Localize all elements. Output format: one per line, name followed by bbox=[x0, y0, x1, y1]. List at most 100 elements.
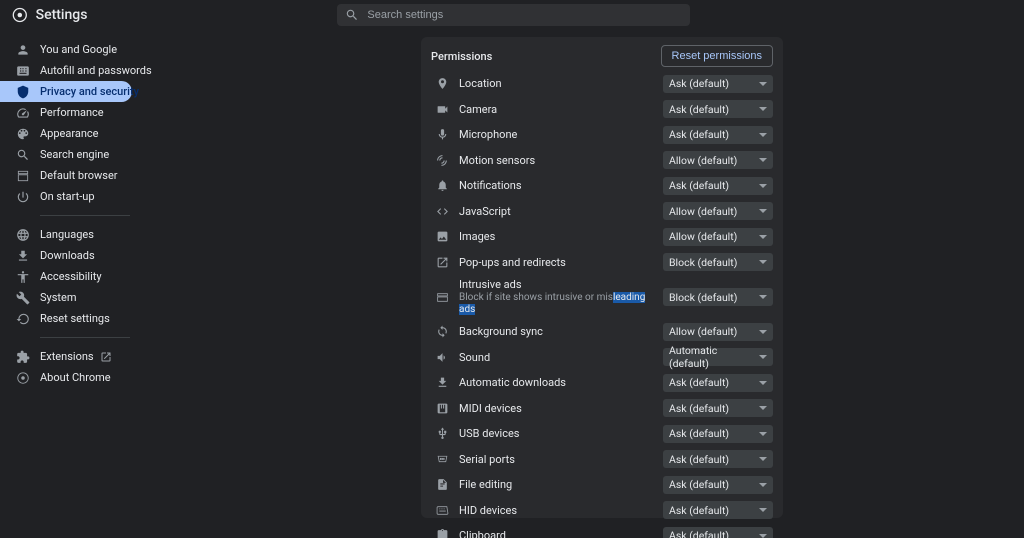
permission-icon bbox=[431, 154, 453, 167]
permission-select[interactable]: Block (default) bbox=[663, 253, 773, 271]
permission-row: HID devices Ask (default) bbox=[421, 498, 783, 524]
permission-icon bbox=[431, 230, 453, 243]
permission-value: Allow (default) bbox=[669, 154, 737, 167]
permission-icon bbox=[431, 256, 453, 269]
permission-label: Microphone bbox=[459, 128, 663, 141]
permission-select[interactable]: Allow (default) bbox=[663, 202, 773, 220]
permission-label: File editing bbox=[459, 478, 663, 491]
chevron-down-icon bbox=[759, 107, 767, 111]
accessibility-icon bbox=[16, 270, 30, 284]
search-wrap bbox=[337, 4, 690, 26]
sidebar-item-startup[interactable]: On start-up bbox=[0, 186, 180, 207]
sidebar-item-privacy[interactable]: Privacy and security bbox=[0, 81, 132, 102]
permission-row: Background sync Allow (default) bbox=[421, 319, 783, 345]
sidebar-item-label: Privacy and security bbox=[40, 85, 139, 98]
permission-select[interactable]: Ask (default) bbox=[663, 501, 773, 519]
permission-select[interactable]: Ask (default) bbox=[663, 450, 773, 468]
permission-row: Motion sensors Allow (default) bbox=[421, 148, 783, 174]
permission-row: Pop-ups and redirects Block (default) bbox=[421, 250, 783, 276]
permission-label: JavaScript bbox=[459, 205, 663, 218]
sidebar-item-reset[interactable]: Reset settings bbox=[0, 308, 180, 329]
permission-select[interactable]: Ask (default) bbox=[663, 425, 773, 443]
permission-label: Camera bbox=[459, 103, 663, 116]
sidebar-item-label: Search engine bbox=[40, 148, 109, 161]
permission-value: Ask (default) bbox=[669, 402, 729, 415]
permission-label: Motion sensors bbox=[459, 154, 663, 167]
chrome-logo-icon bbox=[12, 7, 28, 23]
chevron-down-icon bbox=[759, 158, 767, 162]
permission-value: Ask (default) bbox=[669, 179, 729, 192]
autofill-icon bbox=[16, 64, 30, 78]
permission-row: File editing Ask (default) bbox=[421, 472, 783, 498]
sidebar-item-you-and-google[interactable]: You and Google bbox=[0, 39, 180, 60]
permission-select[interactable]: Ask (default) bbox=[663, 177, 773, 195]
permission-select[interactable]: Ask (default) bbox=[663, 126, 773, 144]
permission-label: Pop-ups and redirects bbox=[459, 256, 663, 269]
permission-select[interactable]: Allow (default) bbox=[663, 323, 773, 341]
sidebar-item-label: Accessibility bbox=[40, 270, 102, 283]
sidebar-item-label: Autofill and passwords bbox=[40, 64, 152, 77]
sidebar-item-languages[interactable]: Languages bbox=[0, 224, 180, 245]
sidebar-item-label: Appearance bbox=[40, 127, 99, 140]
permission-select[interactable]: Block (default) bbox=[663, 288, 773, 306]
chevron-down-icon bbox=[759, 406, 767, 410]
permission-value: Ask (default) bbox=[669, 427, 729, 440]
permission-icon bbox=[431, 427, 453, 440]
sidebar-item-default-browser[interactable]: Default browser bbox=[0, 165, 180, 186]
permission-row: Notifications Ask (default) bbox=[421, 173, 783, 199]
reset-permissions-button[interactable]: Reset permissions bbox=[661, 45, 773, 67]
app-header: Settings bbox=[0, 0, 1024, 29]
permission-select[interactable]: Ask (default) bbox=[663, 527, 773, 538]
permission-row: Intrusive ads Block if site shows intrus… bbox=[421, 275, 783, 319]
permission-value: Allow (default) bbox=[669, 205, 737, 218]
permission-icon bbox=[431, 128, 453, 141]
restore-icon bbox=[16, 312, 30, 326]
permission-row: Images Allow (default) bbox=[421, 224, 783, 250]
open-in-new-icon bbox=[100, 351, 112, 363]
chevron-down-icon bbox=[759, 355, 767, 359]
sidebar-item-performance[interactable]: Performance bbox=[0, 102, 180, 123]
sidebar-item-label: Reset settings bbox=[40, 312, 110, 325]
permission-label: MIDI devices bbox=[459, 402, 663, 415]
chevron-down-icon bbox=[759, 82, 767, 86]
permission-select[interactable]: Allow (default) bbox=[663, 151, 773, 169]
permission-row: USB devices Ask (default) bbox=[421, 421, 783, 447]
permission-select[interactable]: Ask (default) bbox=[663, 100, 773, 118]
permission-row: Automatic downloads Ask (default) bbox=[421, 370, 783, 396]
permission-label: USB devices bbox=[459, 427, 663, 440]
sidebar-item-extensions[interactable]: Extensions bbox=[0, 346, 180, 367]
chevron-down-icon bbox=[759, 381, 767, 385]
sidebar-item-accessibility[interactable]: Accessibility bbox=[0, 266, 180, 287]
sidebar-item-about[interactable]: About Chrome bbox=[0, 367, 180, 388]
permission-icon bbox=[431, 529, 453, 538]
chevron-down-icon bbox=[759, 508, 767, 512]
sidebar-item-autofill[interactable]: Autofill and passwords bbox=[0, 60, 180, 81]
permission-select[interactable]: Ask (default) bbox=[663, 399, 773, 417]
permission-value: Ask (default) bbox=[669, 478, 729, 491]
permission-icon bbox=[431, 179, 453, 192]
speed-icon bbox=[16, 106, 30, 120]
sidebar-item-appearance[interactable]: Appearance bbox=[0, 123, 180, 144]
permission-icon bbox=[431, 103, 453, 116]
permission-value: Block (default) bbox=[669, 256, 737, 269]
permission-value: Ask (default) bbox=[669, 376, 729, 389]
search-input[interactable] bbox=[337, 4, 690, 26]
permission-label: HID devices bbox=[459, 504, 663, 517]
permission-select[interactable]: Automatic (default) bbox=[663, 348, 773, 366]
permission-row: Serial ports Ask (default) bbox=[421, 447, 783, 473]
permission-select[interactable]: Ask (default) bbox=[663, 75, 773, 93]
permission-icon bbox=[431, 478, 453, 491]
sidebar-item-system[interactable]: System bbox=[0, 287, 180, 308]
permission-select[interactable]: Ask (default) bbox=[663, 374, 773, 392]
sidebar-separator bbox=[40, 337, 130, 338]
permission-icon bbox=[431, 504, 453, 517]
permissions-card: Permissions Reset permissions Location A… bbox=[421, 37, 783, 518]
sidebar-item-search-engine[interactable]: Search engine bbox=[0, 144, 180, 165]
chevron-down-icon bbox=[759, 133, 767, 137]
permission-select[interactable]: Ask (default) bbox=[663, 476, 773, 494]
sidebar-item-label: On start-up bbox=[40, 190, 95, 203]
sidebar-item-downloads[interactable]: Downloads bbox=[0, 245, 180, 266]
permission-select[interactable]: Allow (default) bbox=[663, 228, 773, 246]
chrome-icon bbox=[16, 371, 30, 385]
permission-value: Allow (default) bbox=[669, 230, 737, 243]
